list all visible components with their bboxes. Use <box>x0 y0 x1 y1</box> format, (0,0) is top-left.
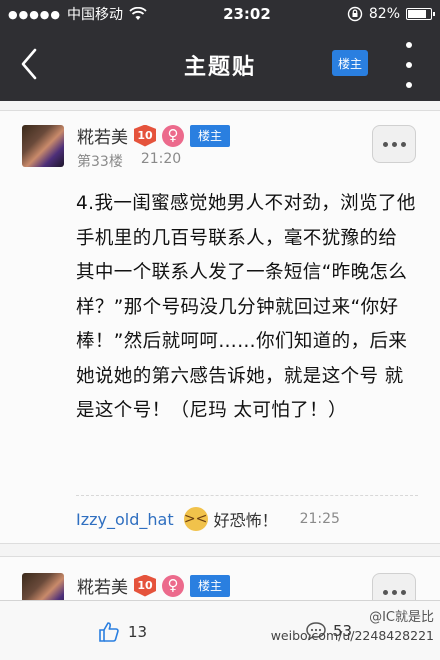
status-bar: ●●●●● 中国移动 23:02 82% <box>0 0 440 28</box>
female-icon: ♀ <box>162 574 184 597</box>
reply-user[interactable]: Izzy_old_hat <box>76 510 174 529</box>
more-dot <box>391 141 397 147</box>
battery-percent: 82% <box>368 6 400 22</box>
owner-badge: 楼主 <box>190 124 231 147</box>
wifi-icon <box>129 7 147 20</box>
status-time: 23:02 <box>223 5 271 23</box>
status-right: 82% <box>347 6 435 22</box>
like-count: 13 <box>128 623 148 641</box>
reply-divider <box>76 495 418 496</box>
thumbs-up-icon <box>99 622 119 642</box>
floor-number: 第33楼 <box>77 154 123 170</box>
reply-text: 好恐怖！ <box>213 511 278 530</box>
level-badge: 10 <box>134 574 156 597</box>
more-menu-button[interactable] <box>402 42 416 88</box>
female-icon: ♀ <box>162 124 184 147</box>
battery-icon <box>406 8 435 20</box>
page-title: 主题贴 <box>183 54 256 80</box>
bottom-bar: 13 53 @IC就是比 weibo.com/u/2248428221 <box>0 600 440 660</box>
floor-time: 第33楼 21:20 <box>77 151 181 171</box>
more-dot <box>406 42 412 48</box>
more-dot <box>400 589 406 595</box>
owner-only-button[interactable]: 楼主 <box>332 50 368 76</box>
reply-item[interactable]: Izzy_old_hat >< 好恐怖！ 21:25 <box>76 507 340 531</box>
like-button[interactable]: 13 <box>98 621 147 643</box>
back-button[interactable] <box>14 44 44 84</box>
top-bar: ●●●●● 中国移动 23:02 82% 主题贴 楼主 <box>0 0 440 101</box>
post-floor-33: 糀若美 10 ♀ 楼主 第33楼 21:20 4.我一闺蜜感觉她男人不对劲，浏览… <box>0 110 440 544</box>
watermark-line-2: weibo.com/u/2248428221 <box>270 628 434 643</box>
carrier-label: 中国移动 <box>67 7 123 23</box>
back-chevron-icon <box>21 48 37 80</box>
signal-icon: ●●●●● <box>8 7 61 21</box>
level-badge: 10 <box>134 124 156 147</box>
battery-fill <box>408 10 426 18</box>
author-line: 糀若美 10 ♀ 楼主 <box>77 573 231 598</box>
status-left: ●●●●● 中国移动 <box>8 4 147 24</box>
lock-rotation-icon <box>347 6 363 22</box>
more-dot <box>382 589 388 595</box>
more-dot <box>406 82 412 88</box>
reply-time: 21:25 <box>299 511 340 527</box>
more-dot <box>400 141 406 147</box>
watermark-line-1: @IC就是比 <box>369 610 434 625</box>
author-name[interactable]: 糀若美 <box>77 573 128 598</box>
more-dot <box>391 589 397 595</box>
owner-badge: 楼主 <box>190 574 231 597</box>
more-dot <box>406 62 412 68</box>
more-dot <box>382 141 388 147</box>
post-more-button[interactable] <box>372 125 416 163</box>
author-line: 糀若美 10 ♀ 楼主 <box>77 123 231 148</box>
nav-bar: 主题贴 楼主 <box>0 28 440 101</box>
scared-emoji-icon: >< <box>183 507 208 531</box>
watermark: @IC就是比 weibo.com/u/2248428221 <box>271 609 434 645</box>
post-time: 21:20 <box>140 151 182 167</box>
author-name[interactable]: 糀若美 <box>77 123 128 148</box>
avatar[interactable] <box>22 125 64 167</box>
post-body: 4.我一闺蜜感觉她男人不对劲，浏览了他手机里的几百号联系人，毫不犹豫的给其中一个… <box>76 193 416 421</box>
